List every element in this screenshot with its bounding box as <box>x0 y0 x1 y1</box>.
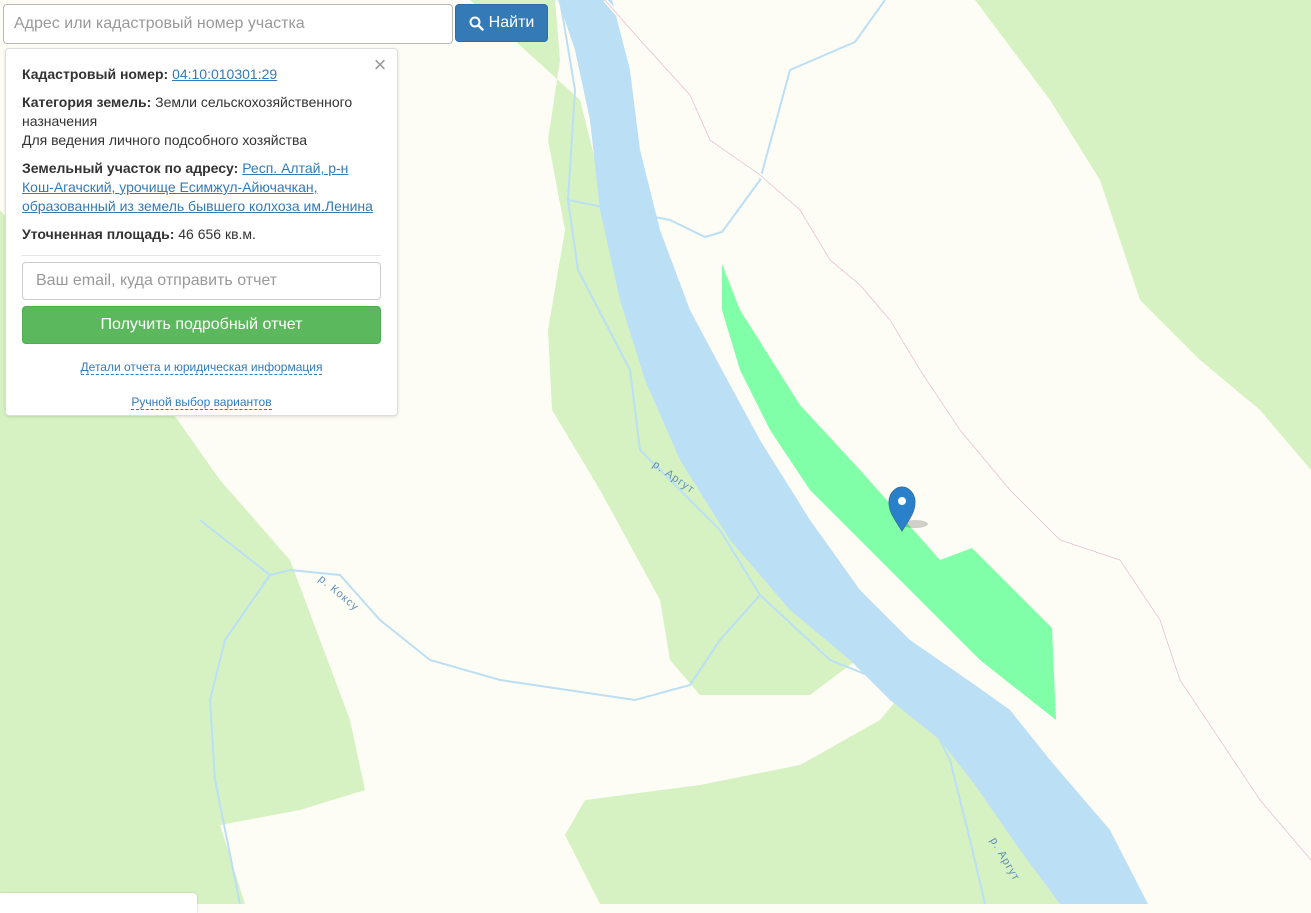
search-icon <box>469 16 484 31</box>
get-report-button[interactable]: Получить подробный отчет <box>22 306 381 344</box>
search-input[interactable] <box>3 4 453 44</box>
close-icon[interactable]: × <box>371 54 389 76</box>
land-category-row: Категория земель: Земли сельскохозяйстве… <box>22 93 381 150</box>
divider <box>22 255 381 256</box>
land-category-label: Категория земель: <box>22 94 152 110</box>
cadastral-number-label: Кадастровый номер: <box>22 66 169 82</box>
search-button-label: Найти <box>488 14 535 31</box>
report-details-link[interactable]: Детали отчета и юридическая информация <box>22 358 381 377</box>
area-row: Уточненная площадь: 46 656 кв.м. <box>22 225 381 244</box>
parcel-info-panel: × Кадастровый номер: 04:10:010301:29 Кат… <box>5 48 398 416</box>
report-details-link-label: Детали отчета и юридическая информация <box>80 360 323 375</box>
map-attribution <box>0 893 197 913</box>
area-value: 46 656 кв.м. <box>178 226 256 242</box>
manual-selection-link-label: Ручной выбор вариантов <box>131 395 272 410</box>
address-row: Земельный участок по адресу: Респ. Алтай… <box>22 159 381 216</box>
address-label: Земельный участок по адресу: <box>22 160 239 176</box>
area-label: Уточненная площадь: <box>22 226 175 242</box>
permitted-use-value: Для ведения личного подсобного хозяйства <box>22 132 308 148</box>
cadastral-number-row: Кадастровый номер: 04:10:010301:29 <box>22 65 381 84</box>
cadastral-number-link[interactable]: 04:10:010301:29 <box>172 66 277 82</box>
manual-selection-link[interactable]: Ручной выбор вариантов <box>22 393 381 412</box>
search-button[interactable]: Найти <box>455 4 548 42</box>
email-field[interactable] <box>22 262 381 300</box>
search-bar: Найти <box>3 4 548 44</box>
